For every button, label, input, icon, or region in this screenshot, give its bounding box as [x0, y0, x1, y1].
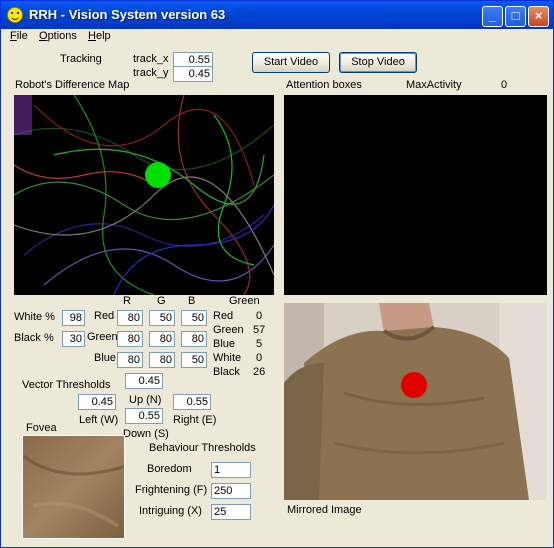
start-video-button[interactable]: Start Video [252, 52, 330, 73]
red-r-field[interactable]: 80 [117, 310, 143, 326]
green-stat-blue-label: Blue [213, 338, 236, 350]
close-button[interactable]: × [528, 6, 549, 27]
fovea-label: Fovea [26, 422, 57, 434]
mirrored-image-label: Mirrored Image [287, 504, 362, 516]
green-stat-red-value: 0 [256, 310, 263, 322]
vector-down-label: Down (S) [123, 428, 169, 440]
red-g-field[interactable]: 50 [149, 310, 175, 326]
white-percent-field[interactable]: 98 [62, 310, 85, 326]
black-percent-label: Black % [14, 332, 54, 344]
stop-video-button[interactable]: Stop Video [339, 52, 417, 73]
minimize-button[interactable]: _ [482, 6, 503, 27]
vector-down-field[interactable]: 0.55 [125, 408, 163, 424]
vector-thresholds-label: Vector Thresholds [22, 379, 111, 391]
track-x-label: track_x [133, 53, 169, 65]
green-stats-title: Green [229, 295, 260, 307]
maximize-button[interactable]: □ [505, 6, 526, 27]
menu-file[interactable]: File [10, 30, 28, 42]
vector-right-label: Right (E) [173, 414, 217, 426]
vector-left-field[interactable]: 0.45 [78, 394, 116, 410]
blue-b-field[interactable]: 50 [181, 352, 207, 368]
green-stat-black-label: Black [213, 366, 240, 378]
blue-g-field[interactable]: 80 [149, 352, 175, 368]
green-stat-red-label: Red [213, 310, 234, 322]
red-b-field[interactable]: 50 [181, 310, 207, 326]
white-percent-label: White % [14, 311, 55, 323]
grid-row-blue-label: Blue [94, 352, 117, 364]
fovea-image [22, 435, 125, 539]
green-stat-white-value: 0 [256, 352, 263, 364]
title-bar[interactable]: RRH - Vision System version 63 _ □ × [1, 1, 553, 29]
vector-up-field[interactable]: 0.45 [125, 373, 163, 389]
maximize-icon: □ [511, 8, 520, 23]
grid-row-green-label: Green [87, 331, 118, 343]
black-percent-field[interactable]: 30 [62, 331, 85, 347]
green-r-field[interactable]: 80 [117, 331, 143, 347]
window-title: RRH - Vision System version 63 [29, 7, 226, 22]
close-icon: × [534, 8, 543, 23]
boredom-label: Boredom [147, 463, 192, 475]
menu-options[interactable]: Options [39, 30, 77, 42]
behaviour-thresholds-label: Behaviour Thresholds [149, 442, 256, 454]
mirrored-image [284, 303, 547, 500]
grid-header-b: B [188, 295, 196, 307]
grid-header-r: R [123, 295, 131, 307]
vector-right-field[interactable]: 0.55 [173, 394, 211, 410]
intriguing-field[interactable]: 25 [211, 504, 251, 520]
boredom-field[interactable]: 1 [211, 462, 251, 478]
vector-left-label: Left (W) [79, 414, 119, 426]
attention-boxes-panel [284, 95, 547, 295]
green-stat-blue-value: 5 [256, 338, 263, 350]
attention-boxes-label: Attention boxes [286, 79, 362, 91]
track-y-field[interactable]: 0.45 [173, 66, 213, 82]
green-stat-black-value: 26 [253, 366, 266, 378]
tracking-label: Tracking [60, 53, 102, 65]
green-stat-green-label: Green [213, 324, 244, 336]
intriguing-label: Intriguing (X) [139, 505, 202, 517]
green-b-field[interactable]: 80 [181, 331, 207, 347]
fovea-picture [23, 436, 124, 538]
difference-map [14, 95, 274, 295]
blue-r-field[interactable]: 80 [117, 352, 143, 368]
vector-up-label: Up (N) [129, 394, 162, 406]
difference-map-image [14, 95, 274, 295]
smiley-icon [7, 7, 23, 23]
mirrored-picture [284, 303, 547, 500]
grid-header-g: G [157, 295, 166, 307]
track-y-label: track_y [133, 67, 169, 79]
frightening-label: Frightening (F) [135, 484, 208, 496]
max-activity-label: MaxActivity [406, 79, 462, 91]
menu-bar: File Options Help [1, 29, 553, 46]
green-g-field[interactable]: 80 [149, 331, 175, 347]
menu-help[interactable]: Help [88, 30, 111, 42]
max-activity-value: 0 [501, 79, 508, 91]
grid-row-red-label: Red [94, 310, 115, 322]
frightening-field[interactable]: 250 [211, 483, 251, 499]
difference-map-label: Robot's Difference Map [15, 79, 130, 91]
green-stat-green-value: 57 [253, 324, 266, 336]
minimize-icon: _ [488, 8, 497, 23]
green-stat-white-label: White [213, 352, 242, 364]
app-window: RRH - Vision System version 63 _ □ × Fil… [0, 0, 554, 548]
